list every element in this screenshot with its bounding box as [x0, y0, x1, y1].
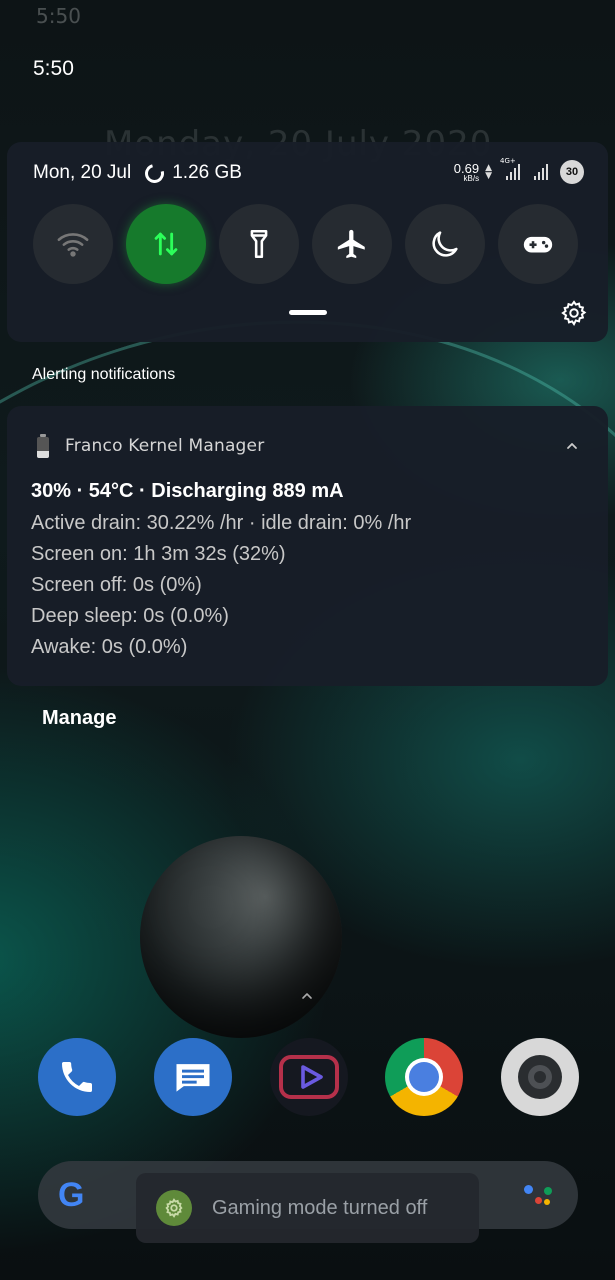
planet-ring-arc — [0, 195, 615, 1280]
messages-icon — [176, 1064, 210, 1092]
status-clock: 5:50 — [33, 57, 74, 80]
quick-settings-panel: Mon, 20 Jul 1.26 GB 0.69 kB/s ▲ ▼ 4G+ 30 — [7, 142, 608, 342]
battery-badge: 30 — [560, 160, 584, 184]
notification-header: Franco Kernel Manager — [37, 434, 264, 458]
tile-wifi[interactable] — [33, 204, 113, 284]
notification-card[interactable]: Franco Kernel Manager 30% · 54°C · Disch… — [7, 406, 608, 686]
app-drawer-chevron-icon[interactable] — [300, 990, 314, 1002]
notification-line: Active drain: 30.22% /hr · idle drain: 0… — [31, 512, 412, 534]
signal-4g-icon: 4G+ — [500, 157, 520, 180]
network-speed-unit: kB/s — [463, 173, 480, 183]
signal-icon — [534, 164, 548, 180]
data-arrows-icon — [154, 232, 178, 256]
network-speed-value: 0.69 — [453, 160, 480, 176]
notification-line: Deep sleep: 0s (0.0%) — [31, 605, 229, 627]
camera-icon — [518, 1055, 562, 1099]
youtube-vanced-icon — [279, 1055, 339, 1099]
tile-flashlight[interactable] — [219, 204, 299, 284]
chrome-icon — [405, 1058, 443, 1096]
toast-gear-icon — [156, 1190, 192, 1226]
dock — [38, 1038, 579, 1116]
tile-gaming-mode[interactable] — [498, 204, 578, 284]
app-messages[interactable] — [154, 1038, 232, 1116]
memory-ring-icon — [141, 160, 168, 186]
toast-gaming-mode: Gaming mode turned off — [136, 1173, 479, 1243]
tile-airplane-mode[interactable] — [312, 204, 392, 284]
app-camera[interactable] — [501, 1038, 579, 1116]
notification-line: Awake: 0s (0.0%) — [31, 636, 188, 658]
tile-night-mode[interactable] — [405, 204, 485, 284]
google-assistant-icon[interactable] — [522, 1181, 556, 1211]
airplane-icon — [337, 229, 365, 259]
data-activity-icon: ▲ ▼ — [485, 163, 492, 181]
qs-date[interactable]: Mon, 20 Jul — [33, 162, 131, 184]
gamepad-icon — [523, 236, 553, 253]
qs-tiles — [33, 204, 578, 284]
planet-image — [140, 836, 342, 1038]
status-icons: 0.69 kB/s ▲ ▼ 4G+ 30 — [454, 157, 584, 184]
moon-icon — [432, 231, 458, 257]
app-youtube-vanced[interactable] — [270, 1038, 348, 1116]
battery-icon — [37, 434, 49, 458]
network-type: 4G+ — [500, 157, 516, 165]
phone-icon — [62, 1062, 92, 1092]
notification-body: Active drain: 30.22% /hr · idle drain: 0… — [31, 508, 411, 663]
network-speed: 0.69 kB/s — [454, 162, 479, 183]
toast-text: Gaming mode turned off — [212, 1196, 428, 1219]
section-header-alerting: Alerting notifications — [32, 366, 176, 383]
collapse-chevron-icon[interactable] — [566, 440, 578, 452]
wifi-icon — [57, 233, 89, 257]
ghost-clock: 5:50 — [36, 4, 81, 28]
manage-button[interactable]: Manage — [42, 707, 116, 730]
flashlight-icon — [250, 229, 268, 259]
tile-mobile-data[interactable] — [126, 204, 206, 284]
app-chrome[interactable] — [385, 1038, 463, 1116]
memory-indicator[interactable]: 1.26 GB — [141, 160, 242, 186]
memory-value: 1.26 GB — [172, 162, 242, 183]
notification-line: Screen off: 0s (0%) — [31, 574, 202, 596]
notification-title: 30% · 54°C · Discharging 889 mA — [31, 480, 344, 502]
notification-app-name: Franco Kernel Manager — [65, 436, 265, 456]
qs-header: Mon, 20 Jul 1.26 GB — [33, 160, 242, 186]
google-g-logo-icon: G — [58, 1176, 85, 1214]
qs-expand-handle[interactable] — [289, 310, 327, 315]
settings-gear-icon[interactable] — [560, 299, 588, 327]
app-phone[interactable] — [38, 1038, 116, 1116]
notification-line: Screen on: 1h 3m 32s (32%) — [31, 543, 286, 565]
